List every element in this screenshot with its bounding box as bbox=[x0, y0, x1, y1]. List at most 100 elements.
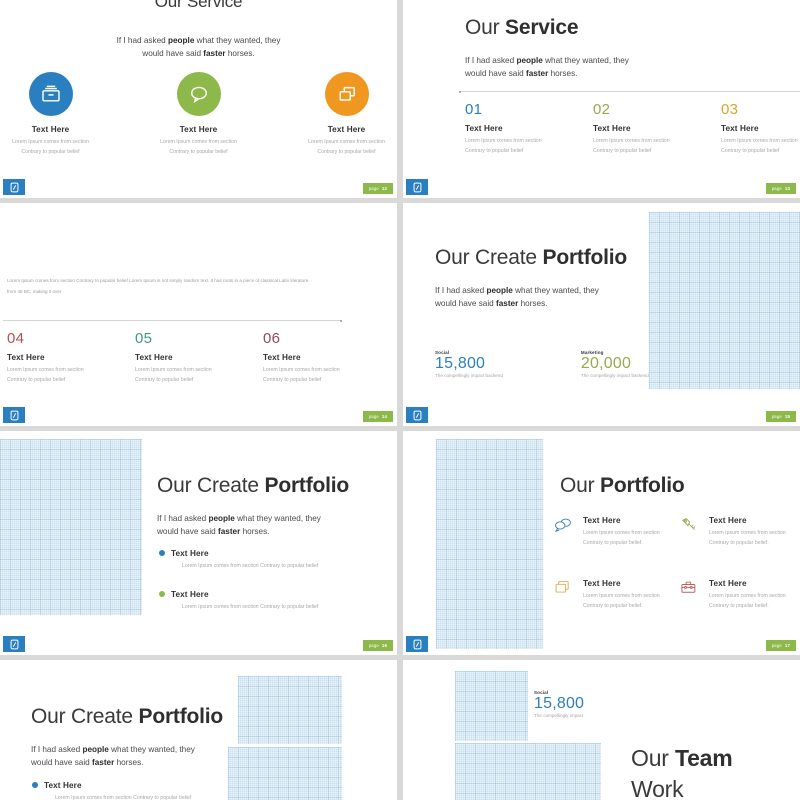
item-body-line: Lorem Ipsum comes from section bbox=[135, 367, 212, 373]
portfolio-item[interactable]: Text Here Lorem Ipsum comes from section… bbox=[554, 579, 666, 611]
numbered-item[interactable]: 02 Text Here Lorem Ipsum comes from sect… bbox=[593, 102, 721, 156]
slide-our-portfolio-4up[interactable]: Our Portfolio Text Here Lorem Ipsum come… bbox=[403, 431, 800, 655]
item-body-line: Lorem Ipsum comes from section bbox=[593, 138, 670, 144]
service-item[interactable]: Text Here Lorem Ipsum comes from section… bbox=[307, 72, 387, 157]
slide-our-service-numbers[interactable]: Our Service If I had asked people what t… bbox=[403, 0, 800, 198]
item-heading: Text Here bbox=[327, 125, 366, 134]
service-item[interactable]: Text Here Lorem Ipsum comes from section… bbox=[11, 72, 91, 157]
image-placeholder bbox=[455, 743, 601, 800]
chat-bubble-icon bbox=[188, 84, 210, 104]
item-heading: Text Here bbox=[31, 125, 70, 134]
brand-logo[interactable] bbox=[3, 179, 25, 195]
image-placeholder bbox=[228, 747, 342, 800]
icon-circle bbox=[176, 72, 221, 116]
bullet-item[interactable]: Text Here Lorem Ipsum comes from section… bbox=[159, 549, 318, 572]
windows-icon bbox=[336, 84, 358, 104]
lede-emphasis: faster bbox=[218, 527, 241, 537]
portfolio-item[interactable]: Text Here Lorem Ipsum comes from section… bbox=[680, 516, 792, 548]
lede-part: horses. bbox=[225, 49, 255, 59]
page-number: 14 bbox=[381, 414, 388, 419]
item-body-line: Lorem Ipsum comes from section Contrary … bbox=[182, 603, 319, 610]
slide-numbers-04-06[interactable]: Lorem Ipsum comes from section Contrary … bbox=[0, 203, 397, 426]
slide-lede: If I had asked people what they wanted, … bbox=[31, 743, 195, 770]
portfolio-item[interactable]: Text Here Lorem Ipsum comes from section… bbox=[554, 516, 666, 548]
bullet-item[interactable]: Text Here Lorem Ipsum comes from section… bbox=[32, 781, 191, 800]
item-number: 03 bbox=[721, 101, 739, 118]
numbered-item[interactable]: 01 Text Here Lorem Ipsum comes from sect… bbox=[465, 102, 593, 156]
item-body-line: Lorem Ipsum comes from section bbox=[583, 530, 660, 536]
lede-part: what they wanted, they bbox=[512, 286, 599, 295]
lede-part: would have said bbox=[142, 49, 204, 59]
lede-part: horses. bbox=[518, 299, 548, 309]
stat-sub: The compellingly impact backend bbox=[435, 373, 503, 379]
slide-title: Our Service bbox=[465, 16, 579, 40]
page-badge: page 17 bbox=[766, 640, 796, 651]
title-light: Our Create bbox=[157, 474, 265, 497]
slide-team-work[interactable]: Social 15,800 The compellingly impact Ou… bbox=[403, 660, 800, 800]
slide-title: Our Team Work bbox=[631, 743, 733, 800]
brand-logo[interactable] bbox=[406, 179, 428, 195]
slide-our-service-icons[interactable]: Our Service If I had asked people what t… bbox=[0, 0, 397, 198]
slide-create-portfolio-images[interactable]: Our Create Portfolio If I had asked peop… bbox=[0, 660, 397, 800]
item-heading: Text Here bbox=[465, 124, 503, 133]
brand-logo[interactable] bbox=[406, 636, 428, 652]
numbered-item[interactable]: 03 Text Here Lorem Ipsum comes from sect… bbox=[721, 102, 800, 156]
lede-part: If I had asked bbox=[465, 56, 517, 65]
numbered-item[interactable]: 04 Text Here Lorem Ipsum comes from sect… bbox=[7, 331, 135, 385]
title-light: Our Create bbox=[435, 246, 543, 269]
image-placeholder bbox=[436, 439, 543, 649]
icon-circle bbox=[324, 72, 369, 116]
item-number: 05 bbox=[135, 330, 153, 347]
brand-logo[interactable] bbox=[406, 407, 428, 423]
item-body-line: Lorem Ipsum comes from section bbox=[263, 367, 340, 373]
divider-rule bbox=[459, 90, 800, 93]
page-number: 16 bbox=[381, 643, 388, 648]
stat-block[interactable]: Marketing 20,000 The compellingly impact… bbox=[581, 350, 649, 378]
title-bold: Portfolio bbox=[138, 705, 224, 728]
page-label: page bbox=[368, 186, 379, 191]
item-body-line: Contrary to popular belief bbox=[465, 147, 524, 154]
numbered-item-row: 01 Text Here Lorem Ipsum comes from sect… bbox=[465, 102, 800, 156]
lede-part: what they wanted, they bbox=[194, 36, 281, 45]
brand-logo[interactable] bbox=[3, 636, 25, 652]
item-heading: Text Here bbox=[135, 353, 173, 362]
item-heading: Text Here bbox=[263, 353, 301, 362]
lede-emphasis: people bbox=[516, 56, 543, 65]
slide-create-portfolio-bullets[interactable]: Our Create Portfolio If I had asked peop… bbox=[0, 431, 397, 655]
page-badge: page 13 bbox=[766, 183, 796, 194]
item-heading: Text Here bbox=[171, 549, 209, 558]
lede-part: If I had asked bbox=[157, 514, 209, 523]
paragraph-line: from 45 BC, making it over bbox=[7, 289, 62, 295]
item-heading: Text Here bbox=[709, 516, 747, 525]
numbered-item[interactable]: 05 Text Here Lorem Ipsum comes from sect… bbox=[135, 331, 263, 385]
paragraph-line: Lorem Ipsum comes from section Contrary … bbox=[7, 278, 309, 283]
slide-title: Our Create Portfolio bbox=[435, 246, 627, 270]
image-placeholder bbox=[649, 212, 800, 389]
bullet-item[interactable]: Text Here Lorem Ipsum comes from section… bbox=[159, 590, 318, 613]
item-body-line: Lorem Ipsum comes from section bbox=[465, 138, 542, 144]
slide-paragraph: Lorem Ipsum comes from section Contrary … bbox=[7, 275, 387, 297]
portfolio-item[interactable]: Text Here Lorem Ipsum comes from section… bbox=[680, 579, 792, 611]
portfolio-item-grid: Text Here Lorem Ipsum comes from section… bbox=[554, 516, 800, 612]
item-heading: Text Here bbox=[171, 589, 209, 599]
item-body-line: Contrary to popular belief bbox=[721, 147, 780, 154]
lede-part: what they wanted, they bbox=[542, 56, 629, 65]
service-item[interactable]: Text Here Lorem Ipsum comes from section… bbox=[159, 72, 239, 157]
item-body-line: Contrary to popular belief. bbox=[583, 539, 643, 546]
numbered-item[interactable]: 06 Text Here Lorem Ipsum comes from sect… bbox=[263, 331, 391, 385]
title-bold: Portfolio bbox=[542, 246, 628, 269]
brand-logo[interactable] bbox=[3, 407, 25, 423]
stat-block[interactable]: Social 15,800 The compellingly impact ba… bbox=[435, 350, 503, 378]
bullet-dot bbox=[32, 782, 38, 788]
slide-create-portfolio-stats[interactable]: Our Create Portfolio If I had asked peop… bbox=[403, 203, 800, 426]
item-heading: Text Here bbox=[721, 124, 759, 133]
page-number: 17 bbox=[784, 643, 791, 648]
lede-emphasis: faster bbox=[92, 758, 115, 768]
image-placeholder bbox=[455, 671, 528, 741]
bullet-list: Text Here Lorem Ipsum comes from section… bbox=[32, 781, 191, 800]
item-heading: Text Here bbox=[44, 781, 82, 790]
stat-block[interactable]: Social 15,800 The compellingly impact bbox=[534, 690, 584, 718]
lede-emphasis: people bbox=[208, 514, 235, 523]
title-bold: Portfolio bbox=[600, 474, 685, 497]
layers-icon bbox=[554, 579, 576, 595]
